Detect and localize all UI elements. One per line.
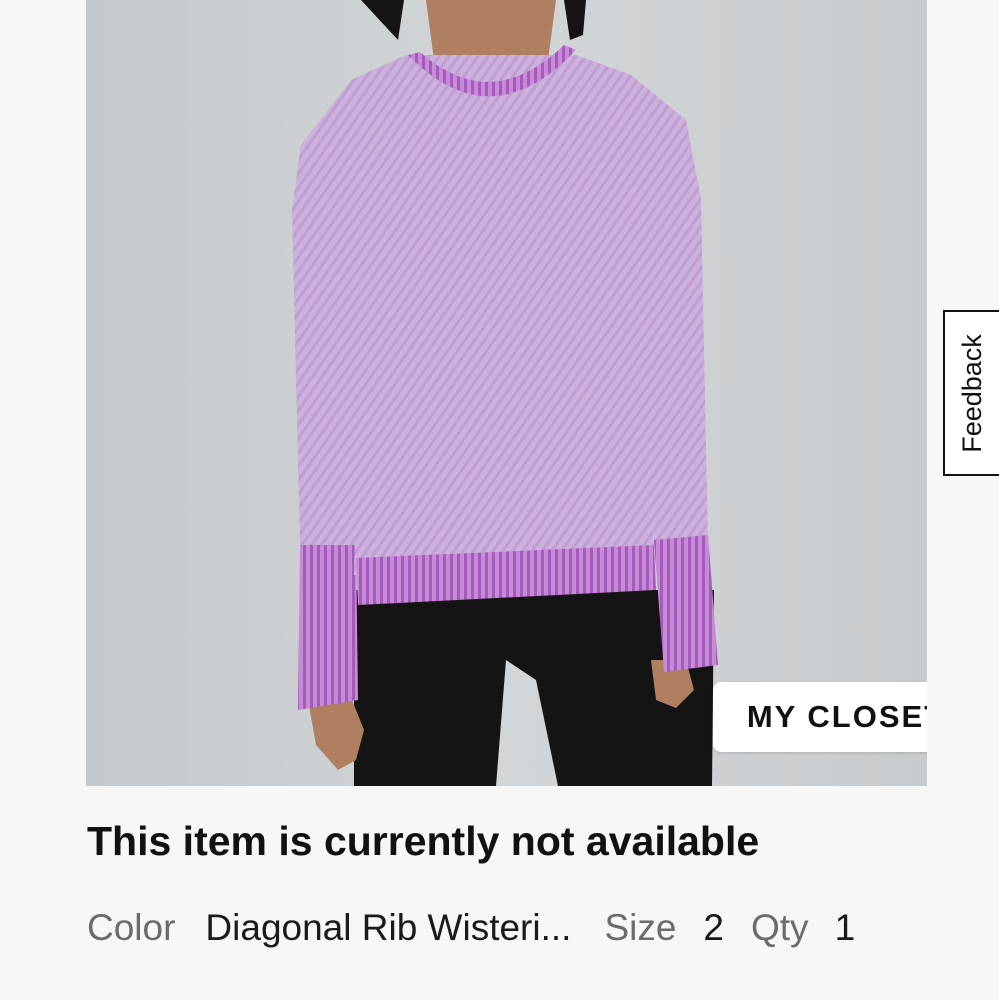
qty-value: 1 — [834, 907, 856, 948]
feedback-tab[interactable]: Feedback — [943, 310, 999, 476]
size-label: Size — [604, 907, 677, 948]
feedback-label: Feedback — [956, 333, 987, 453]
product-attributes: Color Diagonal Rib Wisteri... Size 2 Qty… — [87, 904, 855, 952]
availability-status: This item is currently not available — [87, 818, 760, 864]
product-photo — [86, 0, 927, 786]
truncated-next-section — [87, 990, 387, 1000]
color-label: Color — [87, 907, 176, 948]
qty-label: Qty — [751, 907, 809, 948]
size-value: 2 — [703, 907, 724, 948]
color-value: Diagonal Rib Wisteri... — [205, 907, 572, 948]
product-image[interactable]: MY CLOSET — [86, 0, 927, 786]
my-closet-button[interactable]: MY CLOSET — [713, 682, 927, 752]
